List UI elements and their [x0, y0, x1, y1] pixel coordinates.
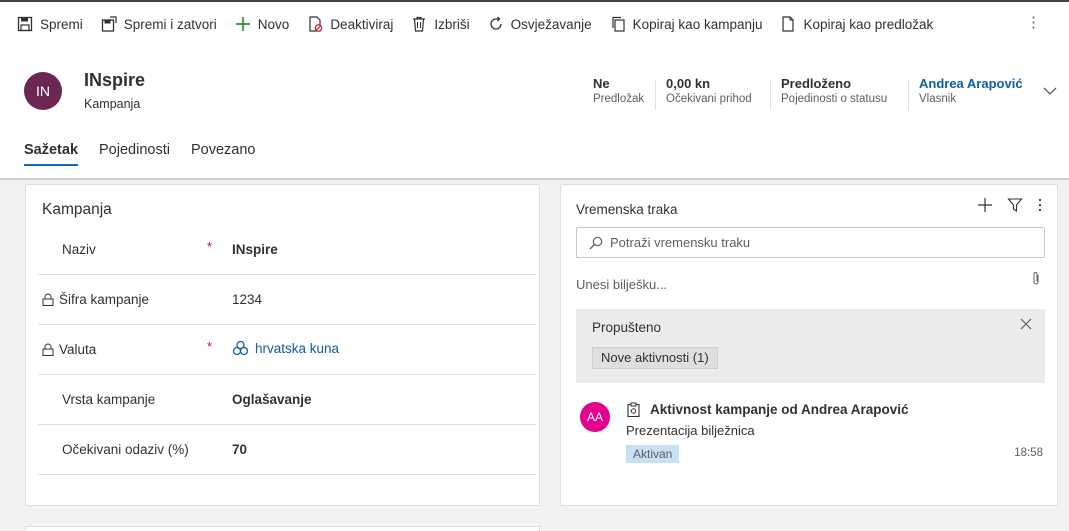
attachment-icon[interactable]	[1031, 271, 1041, 287]
next-section	[25, 526, 540, 531]
header-field-value: Predloženo	[781, 76, 852, 91]
missed-title: Propušteno	[592, 320, 662, 335]
refresh-button[interactable]: Osvježavanje	[481, 8, 603, 40]
currency-icon	[232, 340, 249, 356]
copy-icon	[609, 15, 627, 33]
chevron-down-icon[interactable]	[1041, 82, 1059, 100]
record-header: IN INspire Kampanja Ne Predložak 0,00 kn…	[0, 46, 1069, 180]
activity-title: Aktivnost kampanje od Andrea Arapović	[650, 402, 909, 417]
header-field-status-reason: Predloženo Pojedinosti o statusu	[781, 76, 887, 105]
save-close-label: Spremi i zatvori	[123, 16, 217, 32]
required-indicator: *	[207, 239, 213, 254]
more-commands-icon[interactable]: ⋮	[1026, 15, 1041, 30]
campaign-code-field[interactable]: 1234	[232, 292, 262, 307]
delete-button[interactable]: Izbriši	[404, 8, 480, 40]
header-separator	[770, 80, 771, 110]
field-label: Naziv	[62, 242, 96, 257]
timeline-search-box	[576, 227, 1045, 258]
activity-header[interactable]: Aktivnost kampanje od Andrea Arapović	[626, 402, 909, 417]
timeline-actions	[963, 197, 1043, 213]
plus-icon	[234, 15, 252, 33]
header-field-template: Ne Predložak	[593, 76, 644, 105]
deactivate-label: Deaktiviraj	[330, 16, 394, 32]
new-button[interactable]: Novo	[228, 8, 301, 40]
deactivate-button[interactable]: Deaktiviraj	[300, 8, 404, 40]
campaign-section: Kampanja Naziv * INspire Šifra kampanje …	[25, 184, 540, 506]
close-icon[interactable]	[1019, 317, 1033, 331]
field-row-campaign-type: Vrsta kampanje Oglašavanje	[38, 375, 536, 425]
field-row-campaign-code: Šifra kampanje 1234	[38, 275, 536, 325]
expected-response-field[interactable]: 70	[232, 442, 247, 457]
header-field-value: 0,00 kn	[666, 76, 711, 91]
tab-summary[interactable]: Sažetak	[24, 142, 79, 166]
activity-status-badge: Aktivan	[626, 445, 680, 463]
timeline-panel: Vremenska traka Unesi bilješku... Propuš…	[560, 184, 1058, 506]
campaign-type-field[interactable]: Oglašavanje	[232, 392, 312, 407]
command-bar: Spremi Spremi i zatvori Novo Deaktiviraj…	[0, 0, 1069, 46]
header-field-expected-revenue: 0,00 kn Očekivani prihod	[666, 76, 752, 105]
activity-subtitle: Prezentacija bilježnica	[626, 423, 755, 438]
section-title: Kampanja	[42, 201, 112, 218]
copy-campaign-label: Kopiraj kao kampanju	[632, 16, 763, 32]
header-field-label: Pojedinosti o statusu	[781, 93, 888, 105]
record-avatar: IN	[24, 72, 62, 110]
header-field-value: Ne	[593, 76, 610, 91]
refresh-label: Osvježavanje	[510, 16, 592, 32]
record-title: INspire	[84, 70, 146, 90]
lock-icon	[42, 343, 54, 356]
copy-as-campaign-button[interactable]: Kopiraj kao kampanju	[603, 8, 774, 40]
field-row-currency: Valuta * hrvatska kuna	[38, 325, 536, 375]
activity-time: 18:58	[1014, 447, 1043, 459]
campaign-activity-icon	[627, 402, 640, 417]
field-label: Valuta	[59, 342, 97, 357]
add-icon[interactable]	[977, 197, 993, 213]
missed-activities-banner: Propušteno Nove aktivnosti (1)	[576, 309, 1045, 383]
more-options-icon[interactable]	[1037, 197, 1043, 213]
tab-related[interactable]: Povezano	[191, 142, 256, 166]
currency-lookup-link[interactable]: hrvatska kuna	[232, 340, 339, 357]
new-label: Novo	[257, 16, 290, 32]
field-label: Očekivani odaziv (%)	[62, 442, 189, 457]
filter-icon[interactable]	[1007, 197, 1023, 213]
save-label: Spremi	[40, 16, 83, 32]
currency-value: hrvatska kuna	[255, 341, 340, 356]
activity-avatar: AA	[580, 402, 610, 432]
name-field[interactable]: INspire	[232, 242, 278, 257]
field-label: Vrsta kampanje	[62, 392, 156, 407]
copy-as-template-button[interactable]: Kopiraj kao predložak	[773, 8, 944, 40]
copy-template-label: Kopiraj kao predložak	[803, 16, 934, 32]
trash-icon	[410, 15, 428, 33]
required-indicator: *	[207, 339, 213, 354]
tab-list: Sažetak Pojedinosti Povezano	[24, 142, 276, 166]
field-row-expected-response: Očekivani odaziv (%) 70	[38, 425, 536, 475]
search-icon	[589, 236, 603, 249]
lock-icon	[42, 293, 54, 306]
save-and-close-button[interactable]: Spremi i zatvori	[94, 8, 228, 40]
save-icon	[16, 15, 34, 33]
note-input[interactable]: Unesi bilješku...	[576, 277, 667, 292]
document-icon	[779, 15, 797, 33]
field-label-container: Šifra kampanje	[42, 292, 149, 307]
record-entity-type: Kampanja	[84, 97, 141, 111]
save-button[interactable]: Spremi	[10, 8, 94, 40]
timeline-title: Vremenska traka	[576, 202, 678, 217]
header-field-label: Predložak	[593, 93, 645, 105]
field-label: Šifra kampanje	[59, 292, 150, 307]
field-row-name: Naziv * INspire	[38, 225, 536, 275]
save-close-icon	[100, 15, 118, 33]
header-separator	[908, 80, 909, 110]
field-label-container: Valuta	[42, 342, 96, 357]
refresh-icon	[487, 15, 505, 33]
header-field-label: Očekivani prihod	[666, 93, 752, 105]
tab-details[interactable]: Pojedinosti	[99, 142, 170, 166]
deactivate-icon	[306, 15, 324, 33]
delete-label: Izbriši	[434, 16, 470, 32]
owner-link[interactable]: Andrea Arapović	[919, 76, 1023, 91]
header-separator	[655, 80, 656, 110]
header-field-label: Vlasnik	[919, 93, 957, 105]
timeline-search-input[interactable]	[610, 235, 1030, 250]
new-activities-button[interactable]: Nove aktivnosti (1)	[592, 347, 718, 369]
header-field-owner: Andrea Arapović Vlasnik	[919, 76, 1023, 105]
